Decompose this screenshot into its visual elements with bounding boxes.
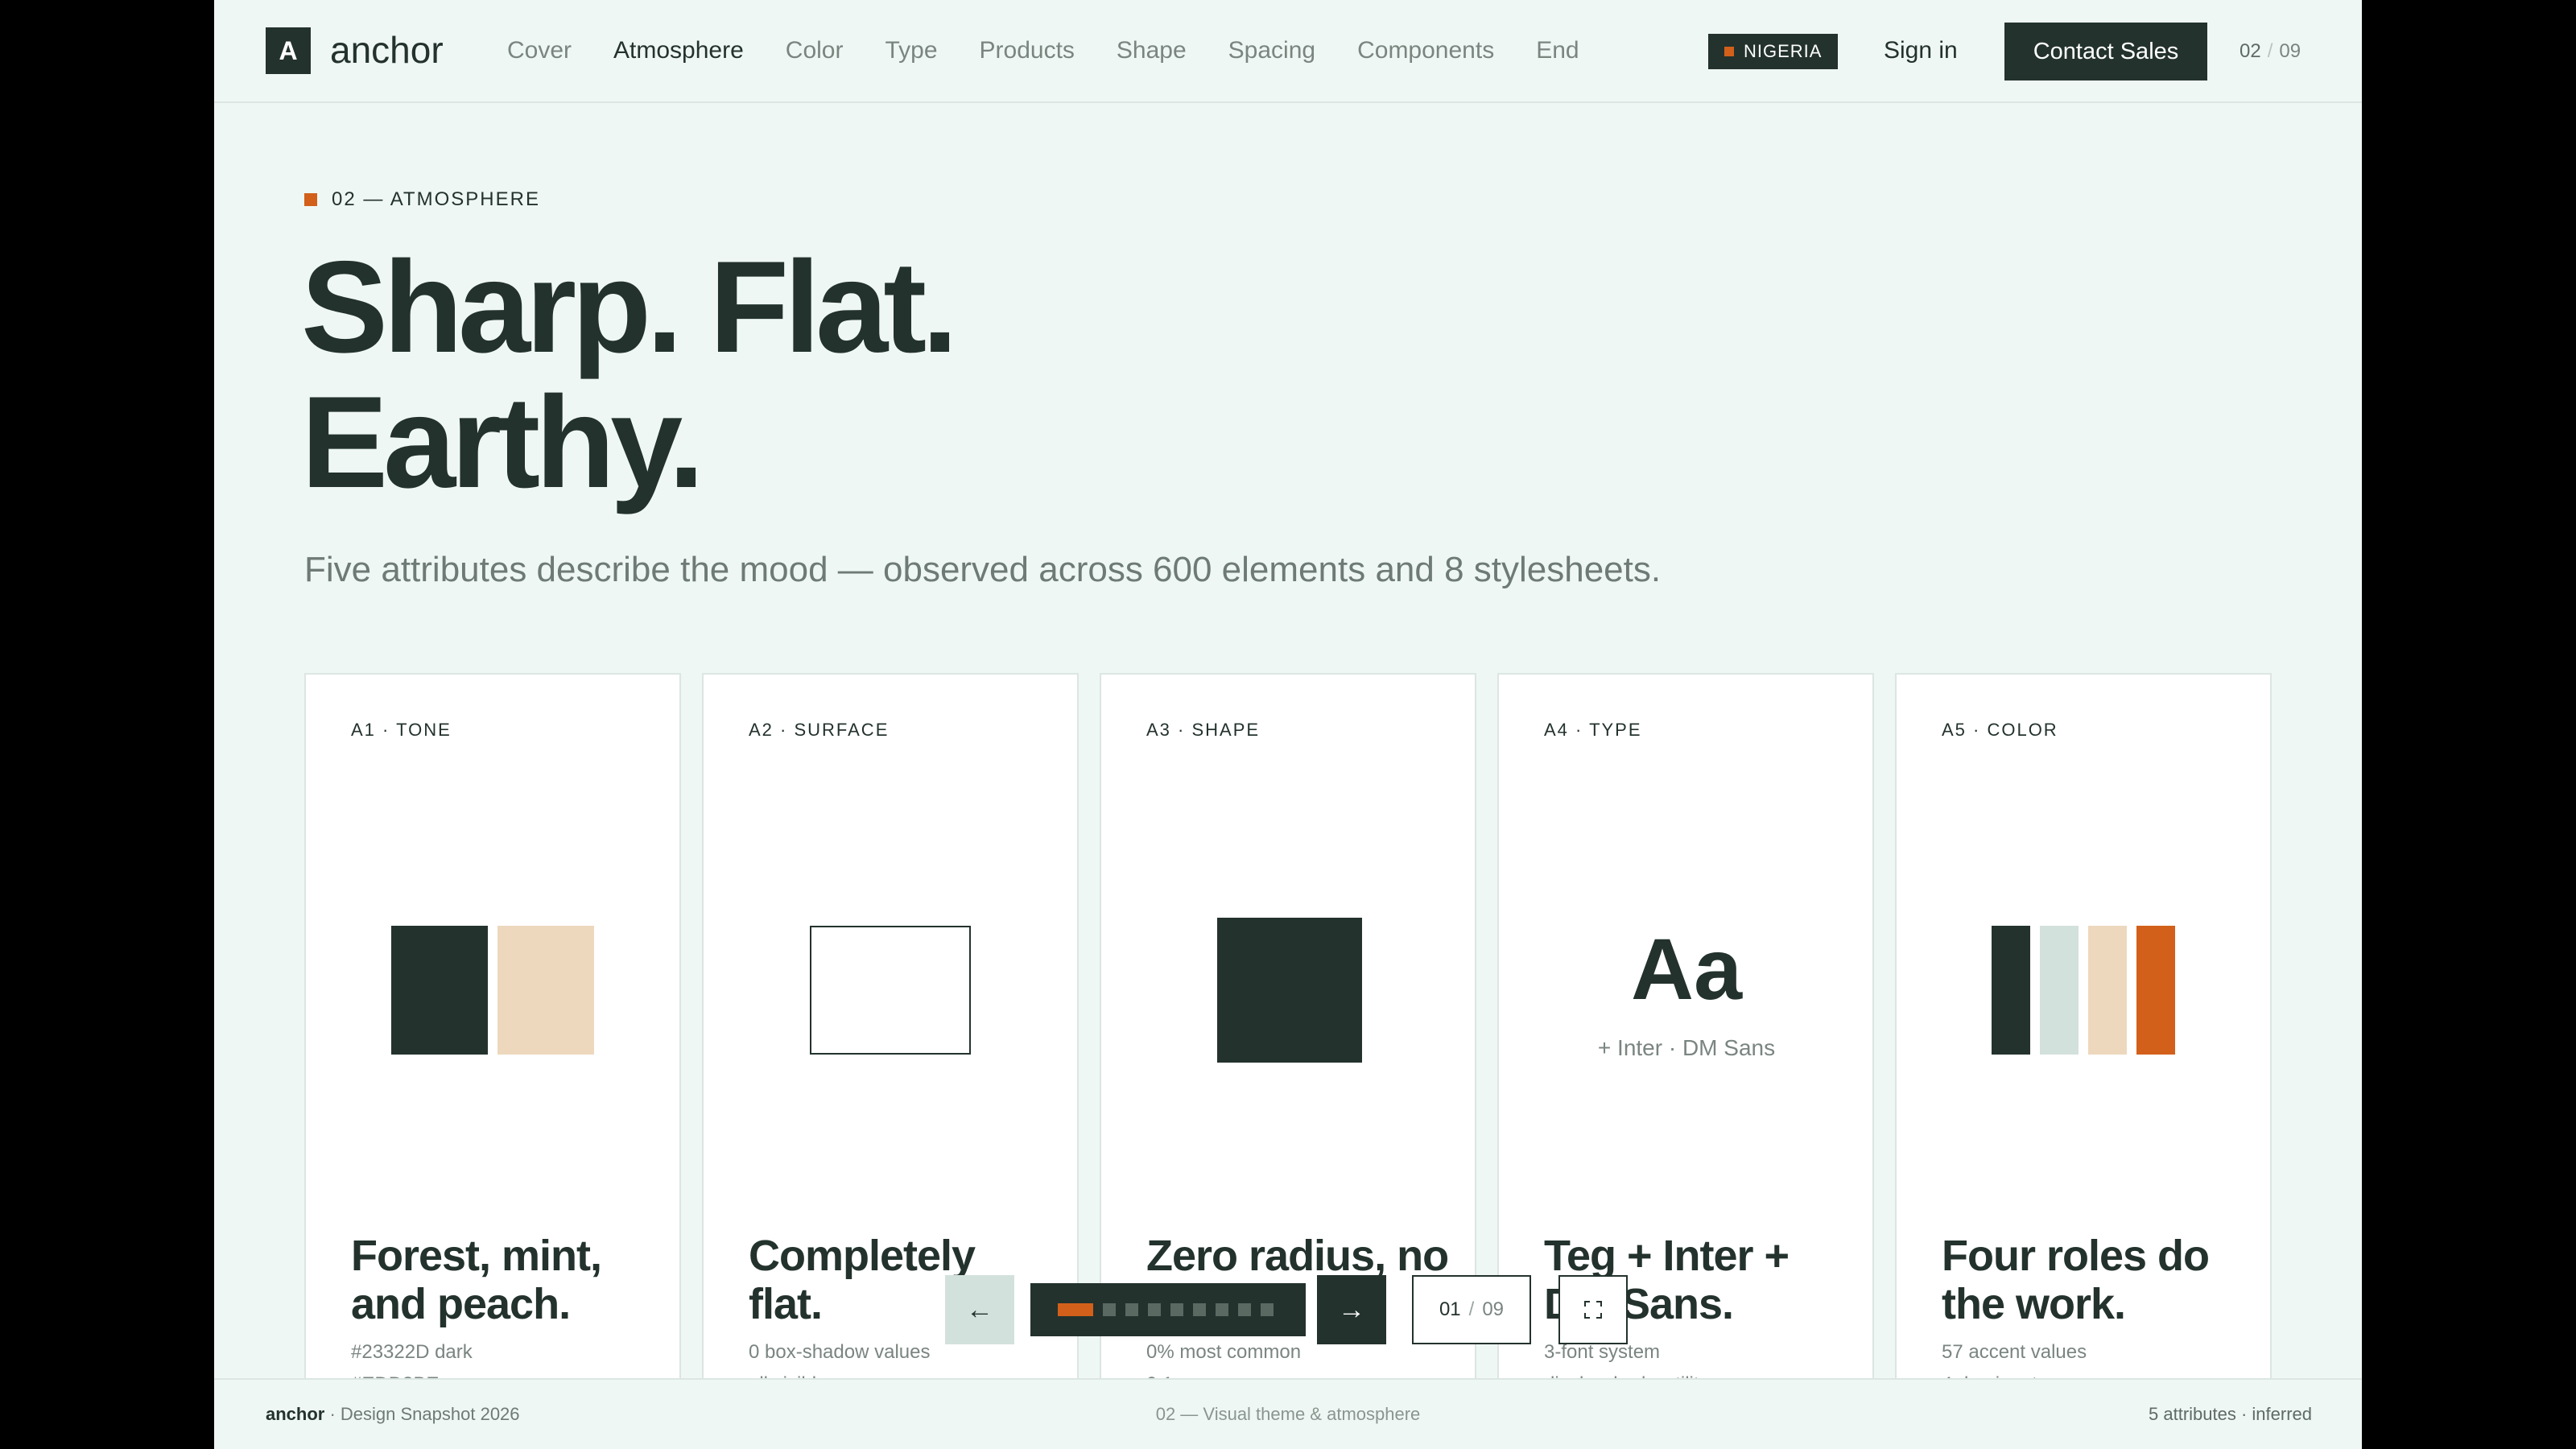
footer-note: 5 attributes · inferred [2149,1404,2312,1424]
progress-dot-5[interactable] [1170,1303,1183,1316]
swatch-peach [497,926,594,1055]
page-subtitle: Five attributes describe the mood — obse… [304,550,1662,589]
nav-type[interactable]: Type [885,31,937,71]
country-selector[interactable]: NIGERIA [1708,34,1839,69]
card-meta: 0 box-shadow values [749,1341,931,1363]
header-page-sep: / [2267,40,2273,62]
card-type: A4 · TYPE Aa + Inter · DM Sans Teg + Int… [1497,673,1874,1449]
eyebrow-square-icon [304,193,317,206]
logo-wordmark[interactable]: anchor [330,24,444,76]
nav-spacing[interactable]: Spacing [1228,31,1315,71]
card-color: A5 · COLOR Four roles do the work. 57 ac… [1895,673,2272,1449]
nav-color[interactable]: Color [786,31,844,71]
card-label: A4 · TYPE [1544,720,1642,740]
card-meta: 0% most common [1146,1341,1302,1363]
swatch-orange [2136,926,2175,1055]
slide-total: 09 [1482,1298,1505,1320]
header-page-total: 09 [2279,40,2301,62]
previous-slide-button[interactable]: ← [945,1275,1014,1344]
swatch-forest [391,926,488,1055]
card-surface: A2 · SURFACE Completely flat. 0 box-shad… [702,673,1079,1449]
header-page-current: 02 [2240,40,2261,62]
slide-counter: 01 / 09 [1412,1275,1531,1344]
country-dot-icon [1724,47,1734,56]
progress-dot-3[interactable] [1125,1303,1138,1316]
card-label: A1 · TONE [351,720,452,740]
square-shape-sample [1217,918,1362,1063]
title-line-2: Earthy. [301,369,704,515]
slide: A anchor Cover Atmosphere Color Type Pro… [214,0,2362,1449]
nav-shape[interactable]: Shape [1117,31,1187,71]
arrow-right-icon: → [1338,1294,1365,1325]
page-title: Sharp. Flat. Earthy. [301,240,958,510]
progress-dot-4[interactable] [1148,1303,1161,1316]
contact-sales-button[interactable]: Contact Sales [2004,23,2207,80]
nav-products[interactable]: Products [980,31,1075,71]
progress-dot-7[interactable] [1216,1303,1228,1316]
font-list: + Inter · DM Sans [1597,1035,1776,1060]
top-header: A anchor Cover Atmosphere Color Type Pro… [214,0,2362,103]
card-meta: 3-font system [1544,1341,1661,1363]
nav-components[interactable]: Components [1357,31,1494,71]
footer-bar: anchor · Design Snapshot 2026 02 — Visua… [214,1378,2362,1449]
main-nav: Cover Atmosphere Color Type Products Sha… [507,31,1579,71]
card-label: A5 · COLOR [1942,720,2058,740]
progress-dot-9[interactable] [1261,1303,1274,1316]
card-title: Forest, mint, and peach. [351,1232,602,1328]
swatch-mint [2040,926,2079,1055]
footer-section: 02 — Visual theme & atmosphere [1155,1404,1421,1424]
section-eyebrow: 02 — ATMOSPHERE [304,188,540,211]
arrow-left-icon: ← [966,1294,993,1325]
progress-dot-6[interactable] [1193,1303,1206,1316]
eyebrow-label: 02 — ATMOSPHERE [332,188,540,210]
swatch-forest [1992,926,2030,1055]
card-meta: 57 accent values [1942,1341,2087,1363]
card-meta: #23322D dark [351,1341,473,1363]
logo-mark[interactable]: A [266,27,311,74]
card-label: A3 · SHAPE [1146,720,1261,740]
card-tone: A1 · TONE Forest, mint, and peach. #2332… [304,673,681,1449]
progress-dot-1[interactable] [1058,1303,1093,1316]
card-label: A2 · SURFACE [749,720,890,740]
next-slide-button[interactable]: → [1317,1275,1386,1344]
flat-surface-sample [810,926,971,1055]
header-page-indicator: 02 / 09 [2240,35,2301,68]
slide-counter-sep: / [1468,1298,1475,1320]
nav-cover[interactable]: Cover [507,31,572,71]
swatch-peach [2088,926,2127,1055]
slide-current: 01 [1439,1298,1461,1320]
slide-progress [1030,1283,1306,1336]
sign-in-link[interactable]: Sign in [1884,31,1958,71]
nav-atmosphere[interactable]: Atmosphere [613,31,744,71]
card-title: Zero radius, no [1146,1232,1449,1280]
country-label: NIGERIA [1744,41,1823,61]
nav-end[interactable]: End [1536,31,1579,71]
card-title: Four roles do the work. [1942,1232,2210,1328]
fullscreen-button[interactable] [1558,1275,1628,1344]
title-line-1: Sharp. Flat. [301,234,958,380]
progress-dot-8[interactable] [1238,1303,1251,1316]
progress-dot-2[interactable] [1103,1303,1116,1316]
type-glyph-sample: Aa [1630,920,1743,1018]
fullscreen-icon [1584,1301,1602,1319]
